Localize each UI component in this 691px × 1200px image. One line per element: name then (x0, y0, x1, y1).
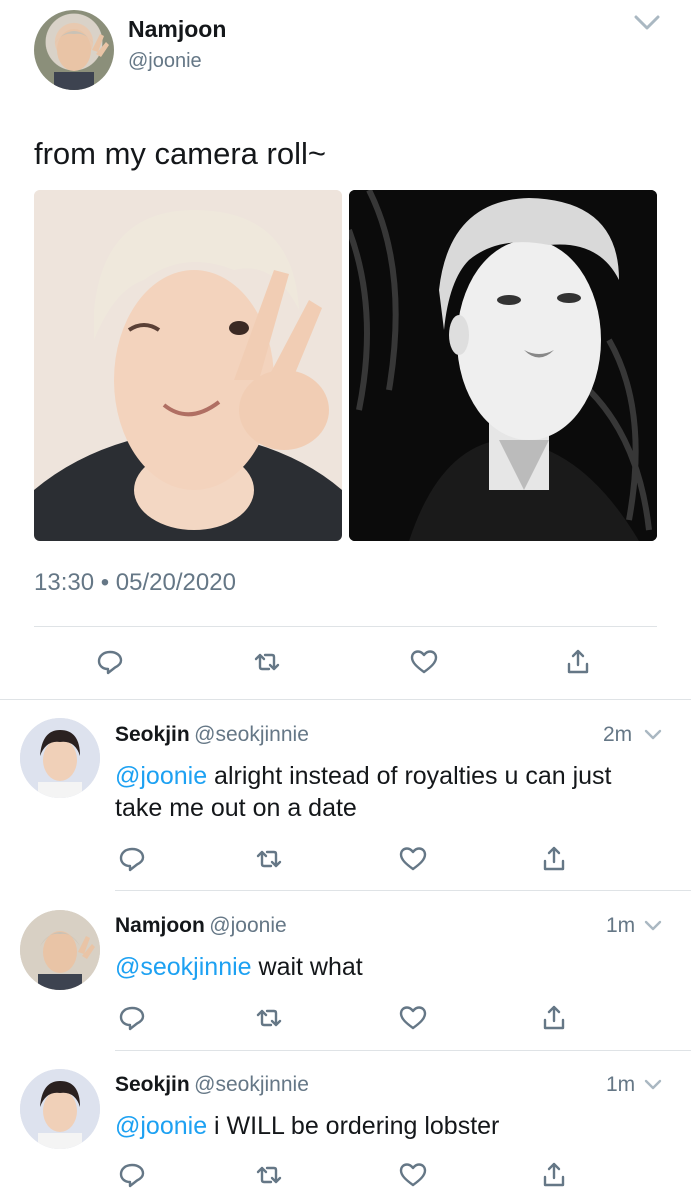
share-icon[interactable] (539, 1160, 569, 1190)
reply-icon[interactable] (95, 647, 125, 677)
reply-author-handle[interactable]: @seokjinnie (194, 723, 309, 746)
author-name[interactable]: Namjoon (128, 16, 226, 43)
reply-author-handle[interactable]: @joonie (209, 914, 286, 937)
photo-selfie-bw[interactable] (349, 190, 657, 541)
chevron-down-icon[interactable] (643, 1078, 663, 1092)
reply-avatar[interactable] (20, 718, 100, 798)
like-icon[interactable] (398, 844, 428, 874)
reply-author-name[interactable]: Seokjin (115, 1073, 190, 1096)
share-icon[interactable] (539, 844, 569, 874)
share-icon[interactable] (539, 1003, 569, 1033)
reply-text: @joonie alright instead of royalties u c… (115, 760, 665, 824)
reply-author-handle[interactable]: @seokjinnie (194, 1073, 309, 1096)
chevron-down-icon[interactable] (643, 728, 663, 742)
photo-selfie-wink[interactable] (34, 190, 342, 541)
reply-time: 1m (606, 914, 636, 937)
reply-text: @joonie i WILL be ordering lobster (115, 1110, 665, 1142)
divider (34, 626, 657, 627)
reply-body: i WILL be ordering lobster (207, 1112, 500, 1140)
reply-time: 1m (606, 1073, 636, 1096)
retweet-icon[interactable] (254, 1160, 284, 1190)
author-avatar[interactable] (34, 10, 114, 90)
reply-header: Seokjin @seokjinnie (115, 723, 309, 747)
divider (115, 1050, 691, 1051)
reply-header: Namjoon @joonie (115, 914, 287, 938)
divider (115, 890, 691, 891)
author-handle[interactable]: @joonie (128, 50, 202, 73)
reply-header: Seokjin @seokjinnie (115, 1073, 309, 1097)
reply-mention[interactable]: @joonie (115, 762, 207, 790)
retweet-icon[interactable] (254, 844, 284, 874)
retweet-icon[interactable] (254, 1003, 284, 1033)
reply-body: wait what (251, 953, 363, 981)
reply-avatar[interactable] (20, 910, 100, 990)
chevron-down-icon[interactable] (633, 14, 661, 32)
divider (0, 699, 691, 700)
share-icon[interactable] (563, 647, 593, 677)
reply-mention[interactable]: @seokjinnie (115, 953, 252, 981)
tweet-text: from my camera roll~ (34, 136, 326, 171)
reply-icon[interactable] (117, 1160, 147, 1190)
like-icon[interactable] (398, 1003, 428, 1033)
reply-time: 2m (603, 723, 633, 746)
reply-text: @seokjinnie wait what (115, 951, 665, 983)
like-icon[interactable] (398, 1160, 428, 1190)
reply-author-name[interactable]: Seokjin (115, 723, 190, 746)
like-icon[interactable] (409, 647, 439, 677)
reply-mention[interactable]: @joonie (115, 1112, 207, 1140)
chevron-down-icon[interactable] (643, 919, 663, 933)
reply-avatar[interactable] (20, 1069, 100, 1149)
reply-icon[interactable] (117, 1003, 147, 1033)
retweet-icon[interactable] (252, 647, 282, 677)
tweet-timestamp: 13:30 • 05/20/2020 (34, 569, 236, 596)
reply-author-name[interactable]: Namjoon (115, 914, 205, 937)
reply-icon[interactable] (117, 844, 147, 874)
